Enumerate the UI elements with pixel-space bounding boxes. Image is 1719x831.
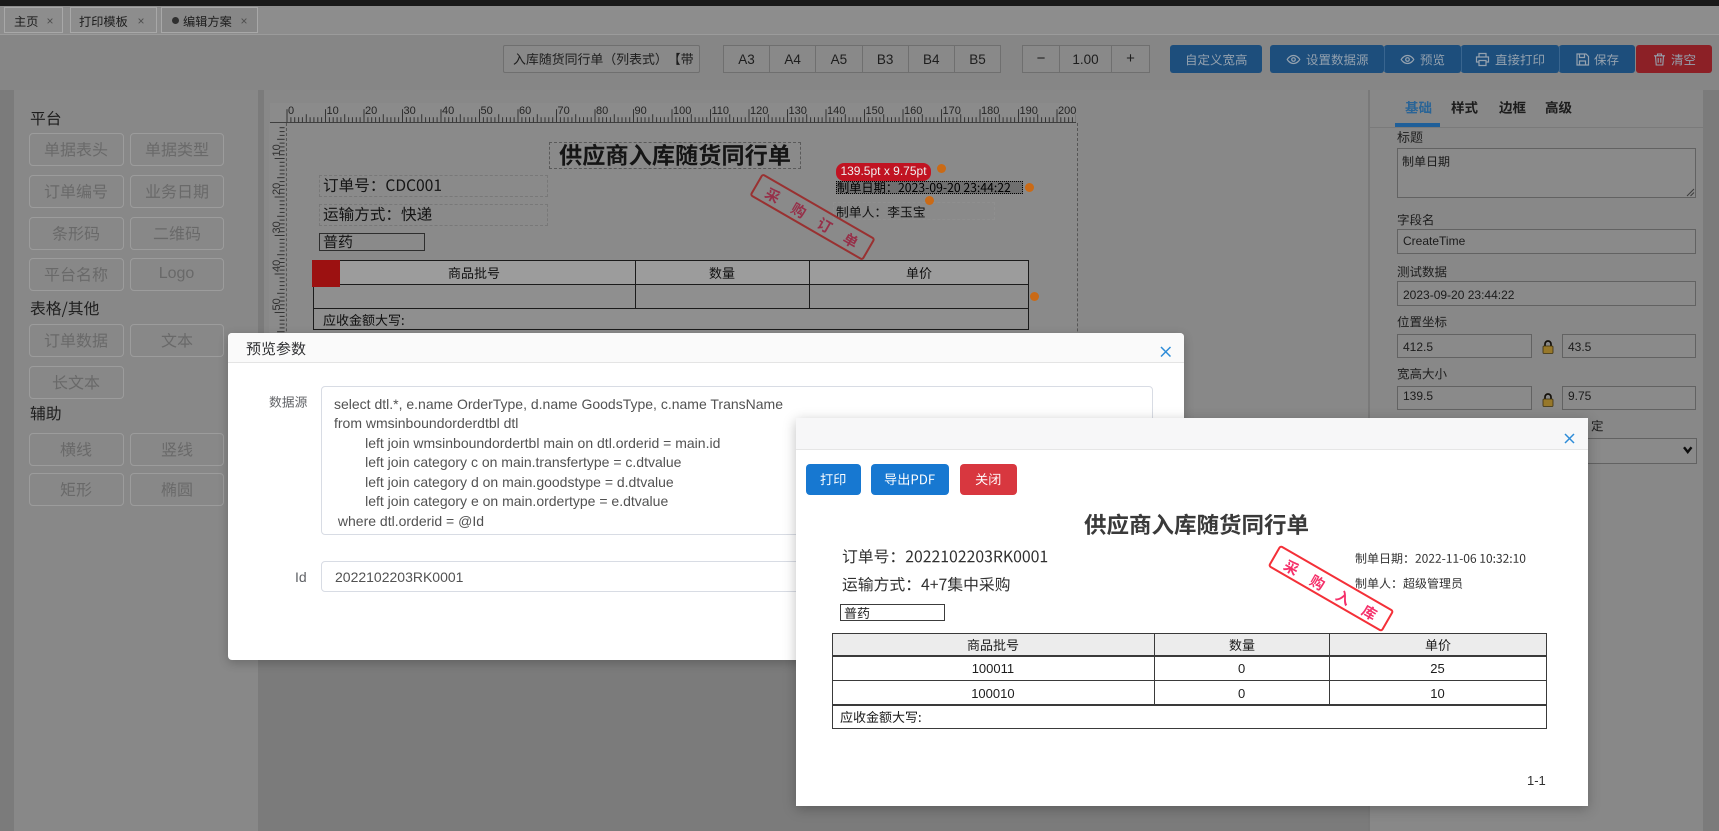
svg-text:130: 130 [789,105,807,117]
svg-text:10: 10 [327,105,339,117]
svg-text:160: 160 [904,105,922,117]
svg-text:190: 190 [1020,105,1038,117]
svg-text:170: 170 [943,105,961,117]
svg-text:70: 70 [558,105,570,117]
svg-text:150: 150 [866,105,884,117]
svg-text:50: 50 [271,298,283,310]
svg-text:20: 20 [271,183,283,195]
svg-text:200: 200 [1058,105,1076,117]
svg-text:60: 60 [519,105,531,117]
svg-text:120: 120 [750,105,768,117]
svg-text:140: 140 [827,105,845,117]
svg-text:80: 80 [596,105,608,117]
svg-text:50: 50 [481,105,493,117]
svg-text:180: 180 [981,105,999,117]
svg-text:100: 100 [673,105,691,117]
svg-text:30: 30 [271,221,283,233]
svg-text:10: 10 [271,144,283,156]
svg-text:40: 40 [271,260,283,272]
svg-text:20: 20 [365,105,377,117]
svg-text:30: 30 [404,105,416,117]
svg-text:0: 0 [288,105,294,117]
svg-text:90: 90 [635,105,647,117]
svg-text:40: 40 [442,105,454,117]
svg-text:110: 110 [712,105,730,117]
